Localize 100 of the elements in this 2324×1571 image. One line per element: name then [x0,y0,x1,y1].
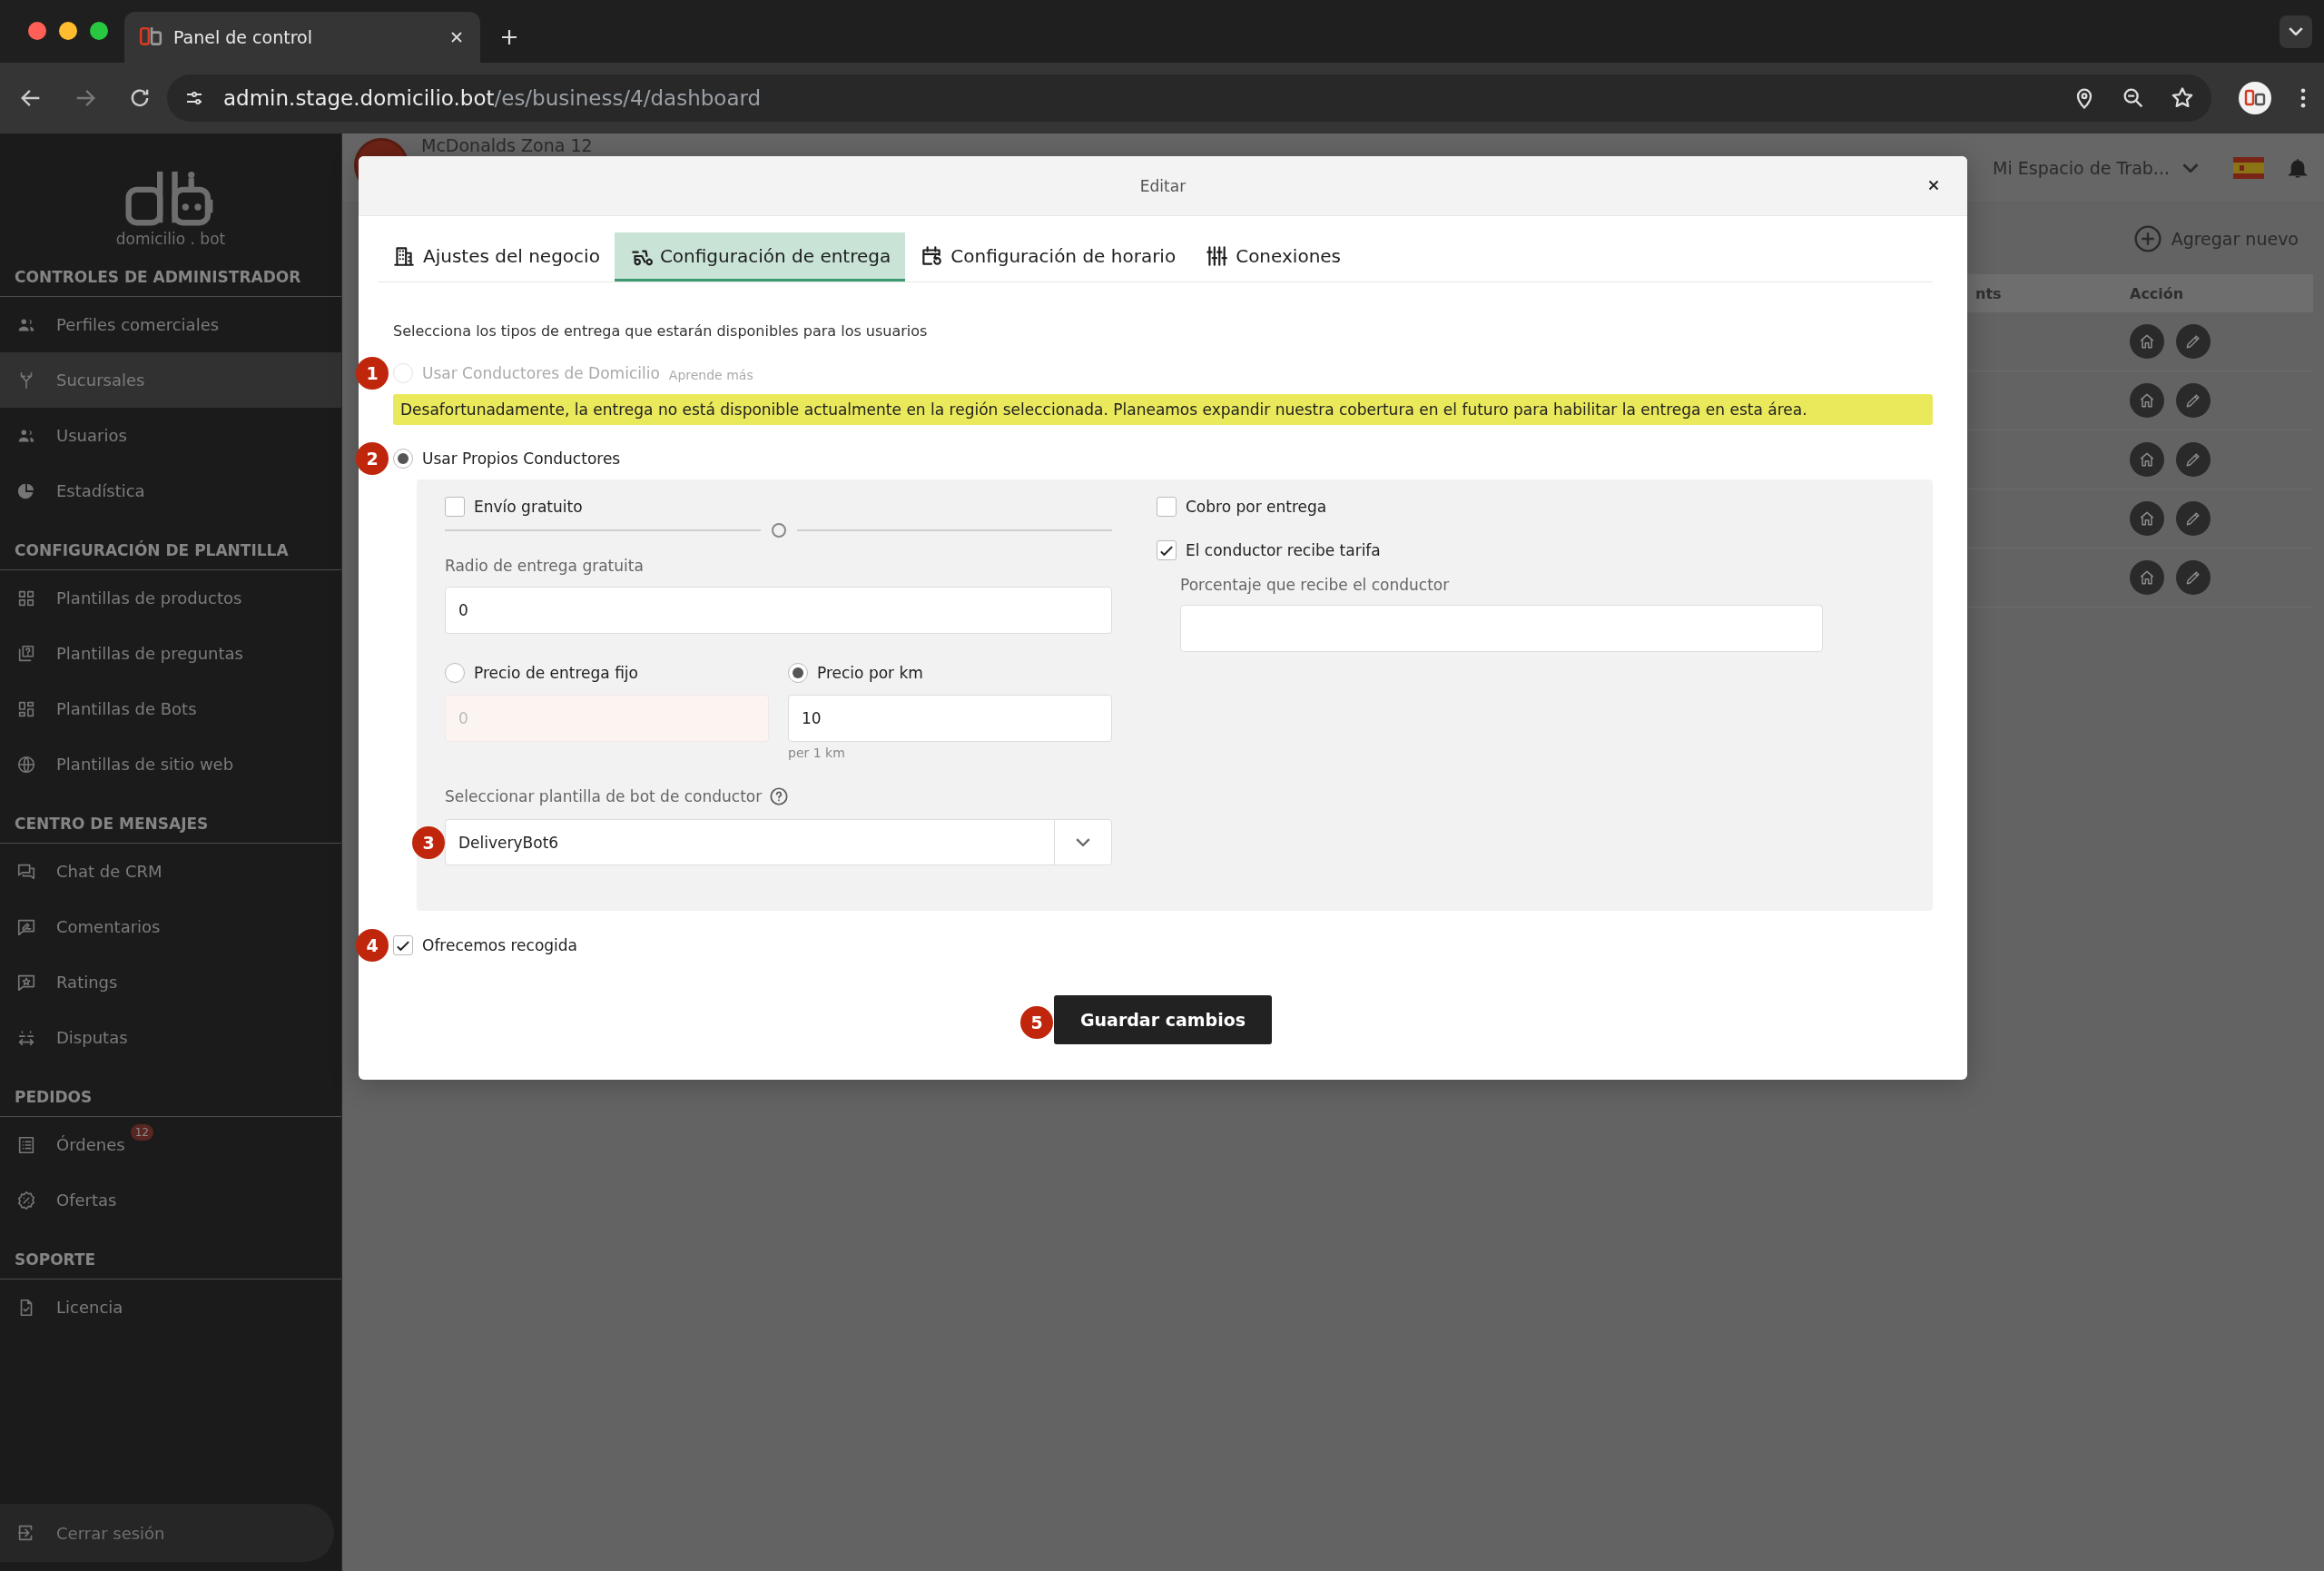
checkbox-label: El conductor recibe tarifa [1186,541,1381,559]
add-new-button[interactable]: Agregar nuevo [2132,224,2299,253]
radio-label: Usar Conductores de Domicilio [422,364,660,382]
radio-label: Precio de entrega fijo [474,664,638,682]
home-icon [2138,450,2156,469]
section-heading: CONFIGURACIÓN DE PLANTILLA [0,519,341,570]
step-marker: 5 [1020,1005,1053,1039]
url-text: admin.stage.domicilio.bot/es/business/4/dashboard [223,86,762,110]
workspace-selector[interactable]: Mi Espacio de Trab... [1993,158,2199,178]
radio-label: Usar Propios Conductores [422,450,621,468]
calendar-icon [920,243,944,268]
sidebar-item[interactable]: Órdenes 12 [0,1117,341,1172]
checkbox-label: Cobro por entrega [1186,498,1327,516]
home-button[interactable] [2130,383,2164,418]
chevron-down-icon [2289,27,2303,35]
profile-avatar[interactable] [2239,82,2271,114]
sidebar-item[interactable]: Disputas [0,1010,341,1065]
pencil-icon [2184,391,2202,410]
sidebar-item[interactable]: Perfiles comerciales [0,297,341,352]
step-marker: 2 [356,442,389,475]
checkbox-label: Envío gratuito [474,498,583,516]
step-marker: 4 [356,929,389,962]
field-label: Seleccionar plantilla de bot de conductor [445,786,763,806]
step-marker: 3 [412,825,445,859]
checkbox[interactable] [1157,540,1177,560]
count-badge: 12 [130,1124,153,1141]
maximize-window-button[interactable] [90,21,108,40]
sidebar-item[interactable]: Sucursales [0,352,341,408]
tab-list-button[interactable] [2280,15,2312,48]
edit-button[interactable] [2176,324,2211,359]
home-button[interactable] [2130,560,2164,595]
edit-button[interactable] [2176,501,2211,536]
column-header: Acción [2129,284,2185,302]
pencil-icon [2184,332,2202,351]
home-icon [2138,568,2156,587]
pencil-icon [2184,568,2202,587]
bell-icon[interactable] [2286,156,2309,180]
tab[interactable]: Ajustes del negocio [378,232,615,282]
sidebar-item[interactable]: Ratings [0,954,341,1010]
home-icon [2138,509,2156,528]
chevron-down-icon [2182,163,2199,173]
close-window-button[interactable] [28,21,46,40]
checkmark-icon [397,940,409,951]
logo-text: domicilio . bot [115,230,226,248]
sidebar-item[interactable]: Plantillas de sitio web [0,736,341,792]
checkbox[interactable] [445,497,465,517]
warning-banner: Desafortunadamente, la entrega no está disponible actualmente en la región seleccionada. Planeamos expandir nuestra cobertura en el futuro para habilitar la entrega en esta área. [393,394,1933,425]
tab[interactable]: Configuración de horario [905,232,1191,282]
field-label: Radio de entrega gratuita [445,556,645,576]
tab[interactable]: Conexiones [1190,232,1356,282]
radio-button[interactable] [788,663,808,683]
business-name: McDonalds Zona 12 [421,135,593,155]
edit-button[interactable] [2176,560,2211,595]
radio-button[interactable] [445,663,465,683]
home-button[interactable] [2130,324,2164,359]
list-icon [16,1134,36,1155]
checkbox[interactable] [393,935,413,955]
pencil-icon [2184,509,2202,528]
input-field[interactable]: 0 [445,587,1112,634]
field-label: Porcentaje que recibe el conductor [1180,575,1451,595]
save-button[interactable]: Guardar cambios [1054,995,1272,1044]
input-field[interactable]: 0 [445,695,769,742]
sidebar-item[interactable]: Usuarios [0,408,341,463]
step-marker: 1 [356,357,389,390]
instruction-text: Selecciona los tipos de entrega que estarán disponibles para los usuarios [393,322,929,341]
field-hint: per 1 km [788,746,846,760]
address-bar[interactable]: admin.stage.domicilio.bot/es/business/4/dashboard [167,74,2211,122]
sidebar-item[interactable]: Plantillas de Bots [0,681,341,736]
sidebar-item[interactable]: Comentarios [0,899,341,954]
column-header: nts [1974,284,2003,302]
globe-icon [16,754,36,775]
section-heading: PEDIDOS [0,1065,341,1117]
logout-button[interactable]: Cerrar sesión [0,1504,334,1562]
checkbox-label: Ofrecemos recogida [422,936,577,954]
sidebar-item[interactable]: Chat de CRM [0,844,341,899]
browser-tab[interactable]: Panel de control [124,12,480,63]
sidebar-item[interactable]: Plantillas de productos [0,570,341,626]
dialog-title: Editar [1139,176,1187,195]
minimize-window-button[interactable] [59,21,77,40]
tab[interactable]: Configuración de entrega [614,232,906,282]
sidebar-item[interactable]: Licencia [0,1280,341,1335]
home-button[interactable] [2130,442,2164,477]
input-field[interactable] [1180,605,1823,652]
help-icon[interactable] [769,786,790,806]
plus-circle-icon [2132,224,2162,253]
edit-button[interactable] [2176,383,2211,418]
checkmark-icon [1160,545,1173,556]
sidebar-item[interactable]: Plantillas de preguntas [0,626,341,681]
input-field[interactable]: 10 [788,695,1112,742]
edit-button[interactable] [2176,442,2211,477]
radio-button[interactable] [393,449,413,469]
discount-icon [16,1190,36,1210]
home-button[interactable] [2130,501,2164,536]
chevron-down-icon [1076,838,1090,846]
sidebar-item[interactable]: Estadística [0,463,341,519]
sliders-icon [1205,243,1229,268]
section-heading: SOPORTE [0,1228,341,1280]
checkbox[interactable] [1157,497,1177,517]
sidebar-item[interactable]: Ofertas [0,1172,341,1228]
dropdown[interactable]: DeliveryBot6 [445,819,1112,865]
